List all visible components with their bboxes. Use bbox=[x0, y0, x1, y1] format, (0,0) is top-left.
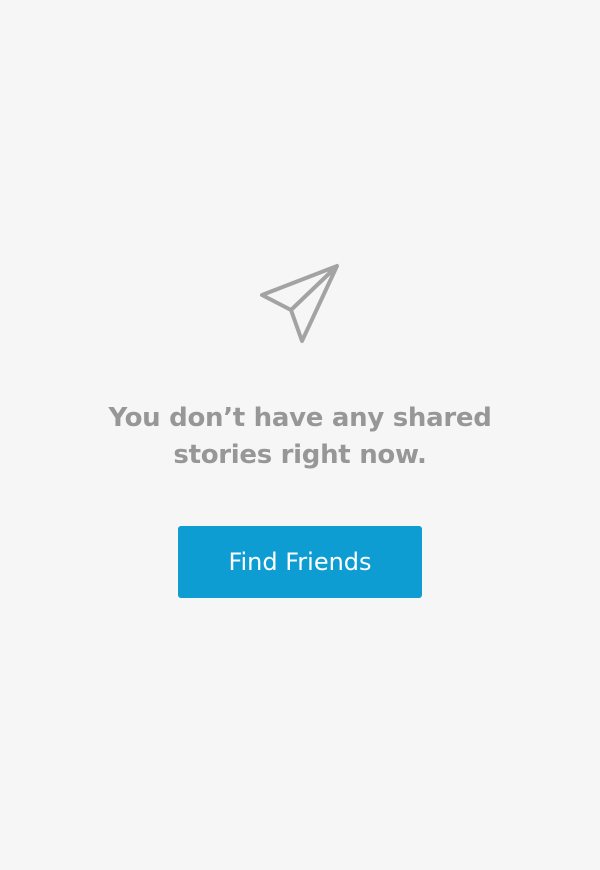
paper-plane-icon bbox=[258, 262, 342, 346]
empty-state-message: You don’t have any shared stories right … bbox=[108, 403, 492, 470]
shared-stories-empty-screen: You don’t have any shared stories right … bbox=[0, 0, 600, 870]
find-friends-button[interactable]: Find Friends bbox=[178, 526, 422, 598]
empty-state: You don’t have any shared stories right … bbox=[0, 262, 600, 598]
